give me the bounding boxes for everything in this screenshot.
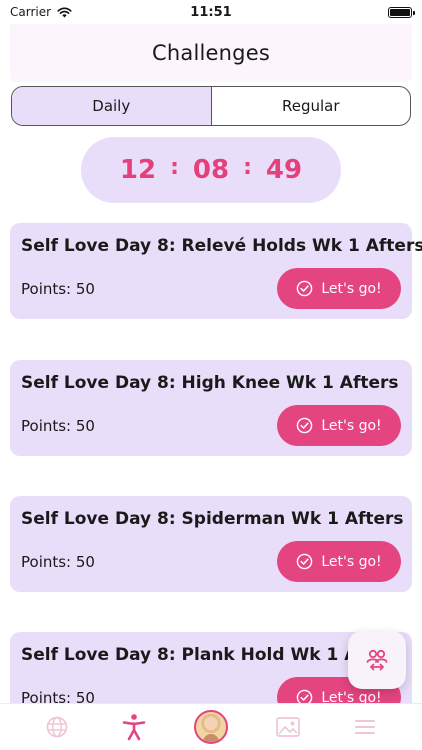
exercise-icon [122, 714, 146, 741]
wifi-icon [57, 7, 72, 17]
nav-menu[interactable] [345, 707, 385, 747]
challenge-title: Self Love Day 8: Plank Hold Wk 1 Afters [21, 645, 403, 665]
challenge-title: Self Love Day 8: Relevé Holds Wk 1 After… [21, 236, 422, 256]
lets-go-button[interactable]: Let's go! [277, 268, 401, 309]
status-left: Carrier [10, 5, 72, 19]
challenge-title: Self Love Day 8: Spiderman Wk 1 Afters [21, 509, 404, 529]
lets-go-label: Let's go! [321, 417, 382, 434]
challenge-title: Self Love Day 8: High Knee Wk 1 Afters [21, 373, 399, 393]
lets-go-label: Let's go! [321, 553, 382, 570]
check-circle-icon [297, 280, 313, 297]
menu-icon [355, 720, 376, 734]
globe-icon [46, 716, 67, 738]
tab-regular[interactable]: Regular [212, 87, 411, 125]
avatar [193, 710, 228, 744]
challenge-points: Points: 50 [21, 553, 95, 571]
community-fab-button[interactable] [348, 631, 406, 689]
nav-profile[interactable] [191, 707, 231, 747]
timer-seconds: 49 [265, 155, 303, 185]
battery-icon [388, 6, 415, 18]
nav-exercise[interactable] [114, 707, 154, 747]
tab-daily[interactable]: Daily [12, 87, 212, 125]
challenge-card: Self Love Day 8: Relevé Holds Wk 1 After… [10, 223, 422, 319]
nav-globe[interactable] [37, 707, 77, 747]
status-bar: Carrier 11:51 [0, 0, 422, 24]
check-circle-icon [297, 553, 313, 570]
challenge-type-tabs: Daily Regular [11, 86, 411, 126]
gallery-icon [276, 717, 301, 737]
page-title: Challenges [152, 41, 270, 65]
lets-go-label: Let's go! [321, 280, 382, 297]
challenge-card: Self Love Day 8: High Knee Wk 1 Afters P… [10, 360, 412, 456]
timer-minutes: 08 [192, 155, 230, 185]
timer-hours: 12 [119, 155, 157, 185]
bottom-nav [0, 703, 422, 750]
challenge-points: Points: 50 [21, 280, 95, 298]
timer-separator: : [243, 154, 252, 180]
header: Challenges [10, 24, 412, 82]
community-icon [366, 649, 388, 671]
timer-separator: : [170, 154, 179, 180]
lets-go-button[interactable]: Let's go! [277, 405, 401, 446]
carrier-label: Carrier [10, 5, 52, 19]
lets-go-button[interactable]: Let's go! [277, 541, 401, 582]
countdown-timer: 12 : 08 : 49 [81, 137, 341, 203]
nav-gallery[interactable] [268, 707, 308, 747]
check-circle-icon [297, 417, 313, 434]
challenge-card: Self Love Day 8: Spiderman Wk 1 Afters P… [10, 496, 412, 592]
challenge-points: Points: 50 [21, 417, 95, 435]
